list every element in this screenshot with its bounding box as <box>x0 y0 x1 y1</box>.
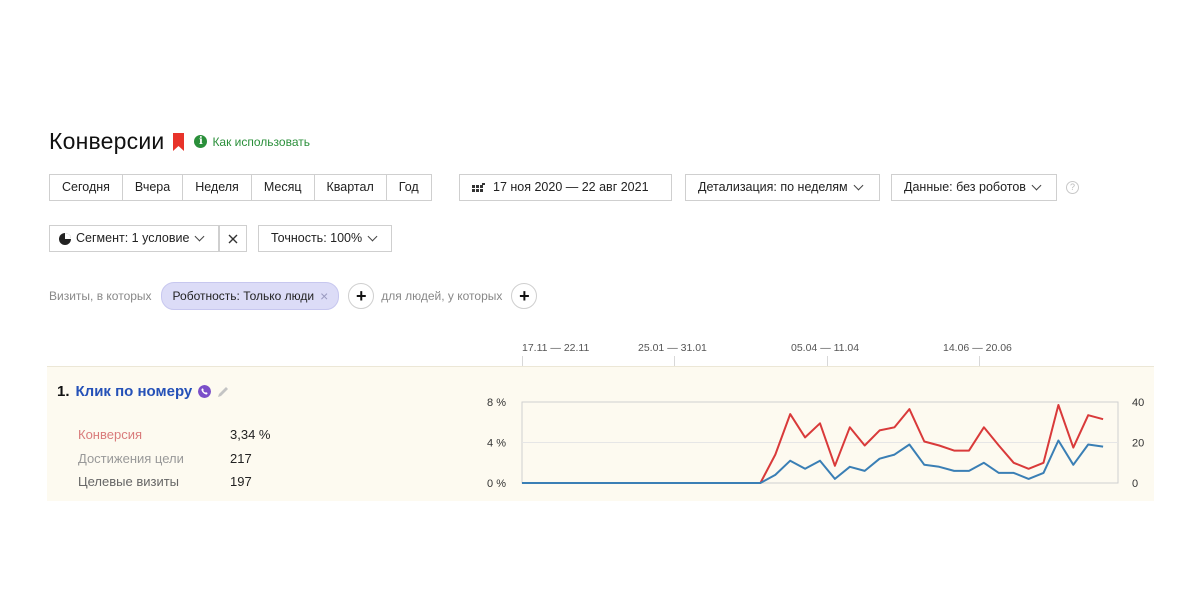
right-axis-tick-label: 40 <box>1132 397 1144 409</box>
left-axis-tick-label: 0 % <box>487 478 506 490</box>
right-axis-tick-label: 0 <box>1132 478 1138 490</box>
conversion-series-line <box>522 404 1104 484</box>
right-axis-tick-label: 20 <box>1132 438 1144 450</box>
conversion-chart: 8 % 4 % 0 % 40 20 0 <box>487 397 1144 490</box>
target-visits-series-line <box>522 439 1104 484</box>
left-axis-tick-label: 8 % <box>487 397 506 409</box>
left-axis-tick-label: 4 % <box>487 438 506 450</box>
